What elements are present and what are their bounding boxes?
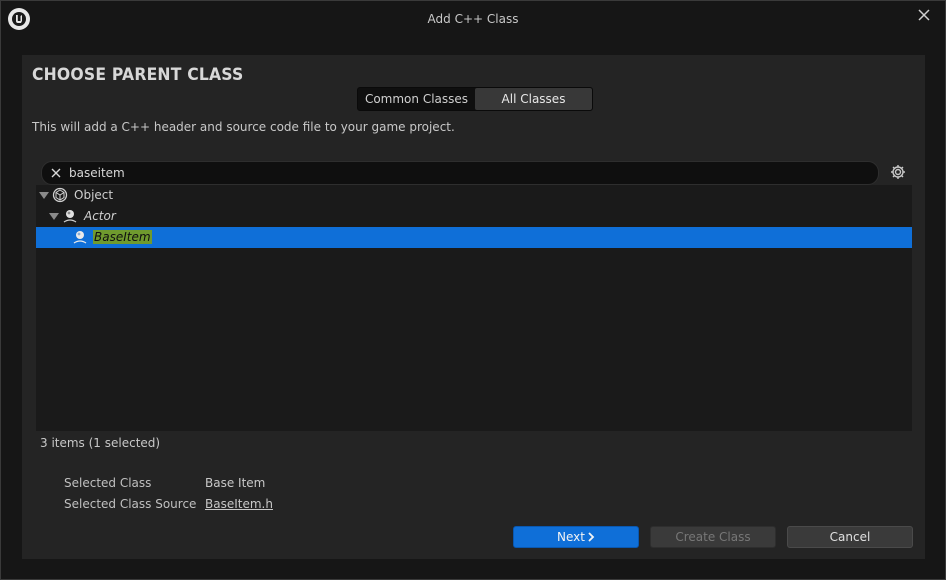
actor-icon: [62, 208, 78, 224]
selected-source-link[interactable]: BaseItem.h: [205, 497, 273, 511]
search-box: [41, 161, 879, 185]
object-icon: [52, 187, 68, 203]
description-text: This will add a C++ header and source co…: [32, 120, 455, 134]
next-button[interactable]: Next: [513, 526, 639, 548]
actor-icon: [72, 229, 88, 245]
page-title: CHOOSE PARENT CLASS: [32, 65, 244, 85]
create-class-button[interactable]: Create Class: [650, 526, 776, 548]
tree-item-baseitem[interactable]: BaseItem: [36, 227, 912, 248]
selected-class-value: Base Item: [205, 476, 266, 490]
tab-all-classes[interactable]: All Classes: [475, 88, 592, 110]
tree-item-label: Object: [74, 188, 114, 202]
search-input[interactable]: [69, 163, 859, 183]
close-icon[interactable]: [915, 6, 933, 24]
expand-arrow-icon[interactable]: [49, 213, 59, 220]
selected-class-label: Selected Class: [64, 476, 152, 490]
clear-search-icon[interactable]: [49, 166, 63, 180]
dialog-window: Add C++ Class CHOOSE PARENT CLASS Common…: [0, 0, 946, 580]
class-tree: Object Actor BaseItem: [36, 185, 912, 431]
title-bar: Add C++ Class: [1, 1, 945, 39]
tree-item-object[interactable]: Object: [36, 185, 912, 206]
class-filter-tabs: Common Classes All Classes: [357, 87, 593, 111]
window-title: Add C++ Class: [427, 12, 519, 26]
cancel-button[interactable]: Cancel: [787, 526, 913, 548]
dialog-panel: CHOOSE PARENT CLASS Common Classes All C…: [22, 55, 925, 559]
tab-common-classes[interactable]: Common Classes: [358, 88, 475, 110]
selected-source-label: Selected Class Source: [64, 497, 197, 511]
tree-item-actor[interactable]: Actor: [36, 206, 912, 227]
next-button-label: Next: [557, 530, 585, 544]
item-count: 3 items (1 selected): [40, 436, 161, 450]
expand-arrow-icon[interactable]: [39, 192, 49, 199]
tree-item-label: BaseItem: [93, 230, 152, 244]
gear-icon[interactable]: [888, 162, 908, 182]
chevron-right-icon: [588, 532, 595, 542]
tree-item-label: Actor: [84, 209, 116, 223]
